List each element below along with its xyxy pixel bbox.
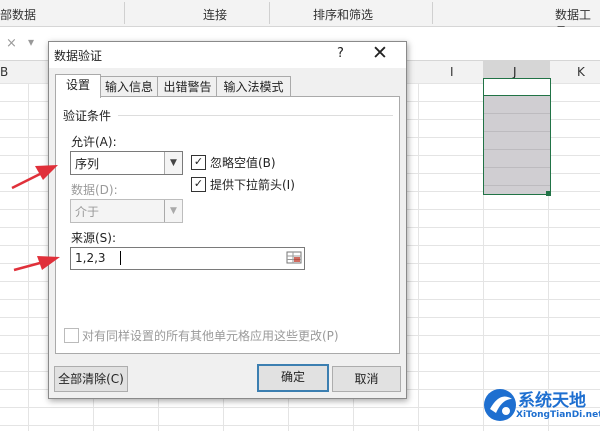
site-watermark: 系统天地 XiTongTianDi.net xyxy=(482,383,600,429)
arrow-to-source-icon xyxy=(13,256,60,272)
watermark-title: 系统天地 xyxy=(518,391,586,411)
watermark-logo-icon xyxy=(484,389,516,421)
watermark-url: XiTongTianDi.net xyxy=(516,410,600,420)
annotation-arrows xyxy=(11,165,60,272)
arrow-to-allow-icon xyxy=(11,165,58,190)
tab-settings[interactable]: 设置 xyxy=(55,74,101,98)
